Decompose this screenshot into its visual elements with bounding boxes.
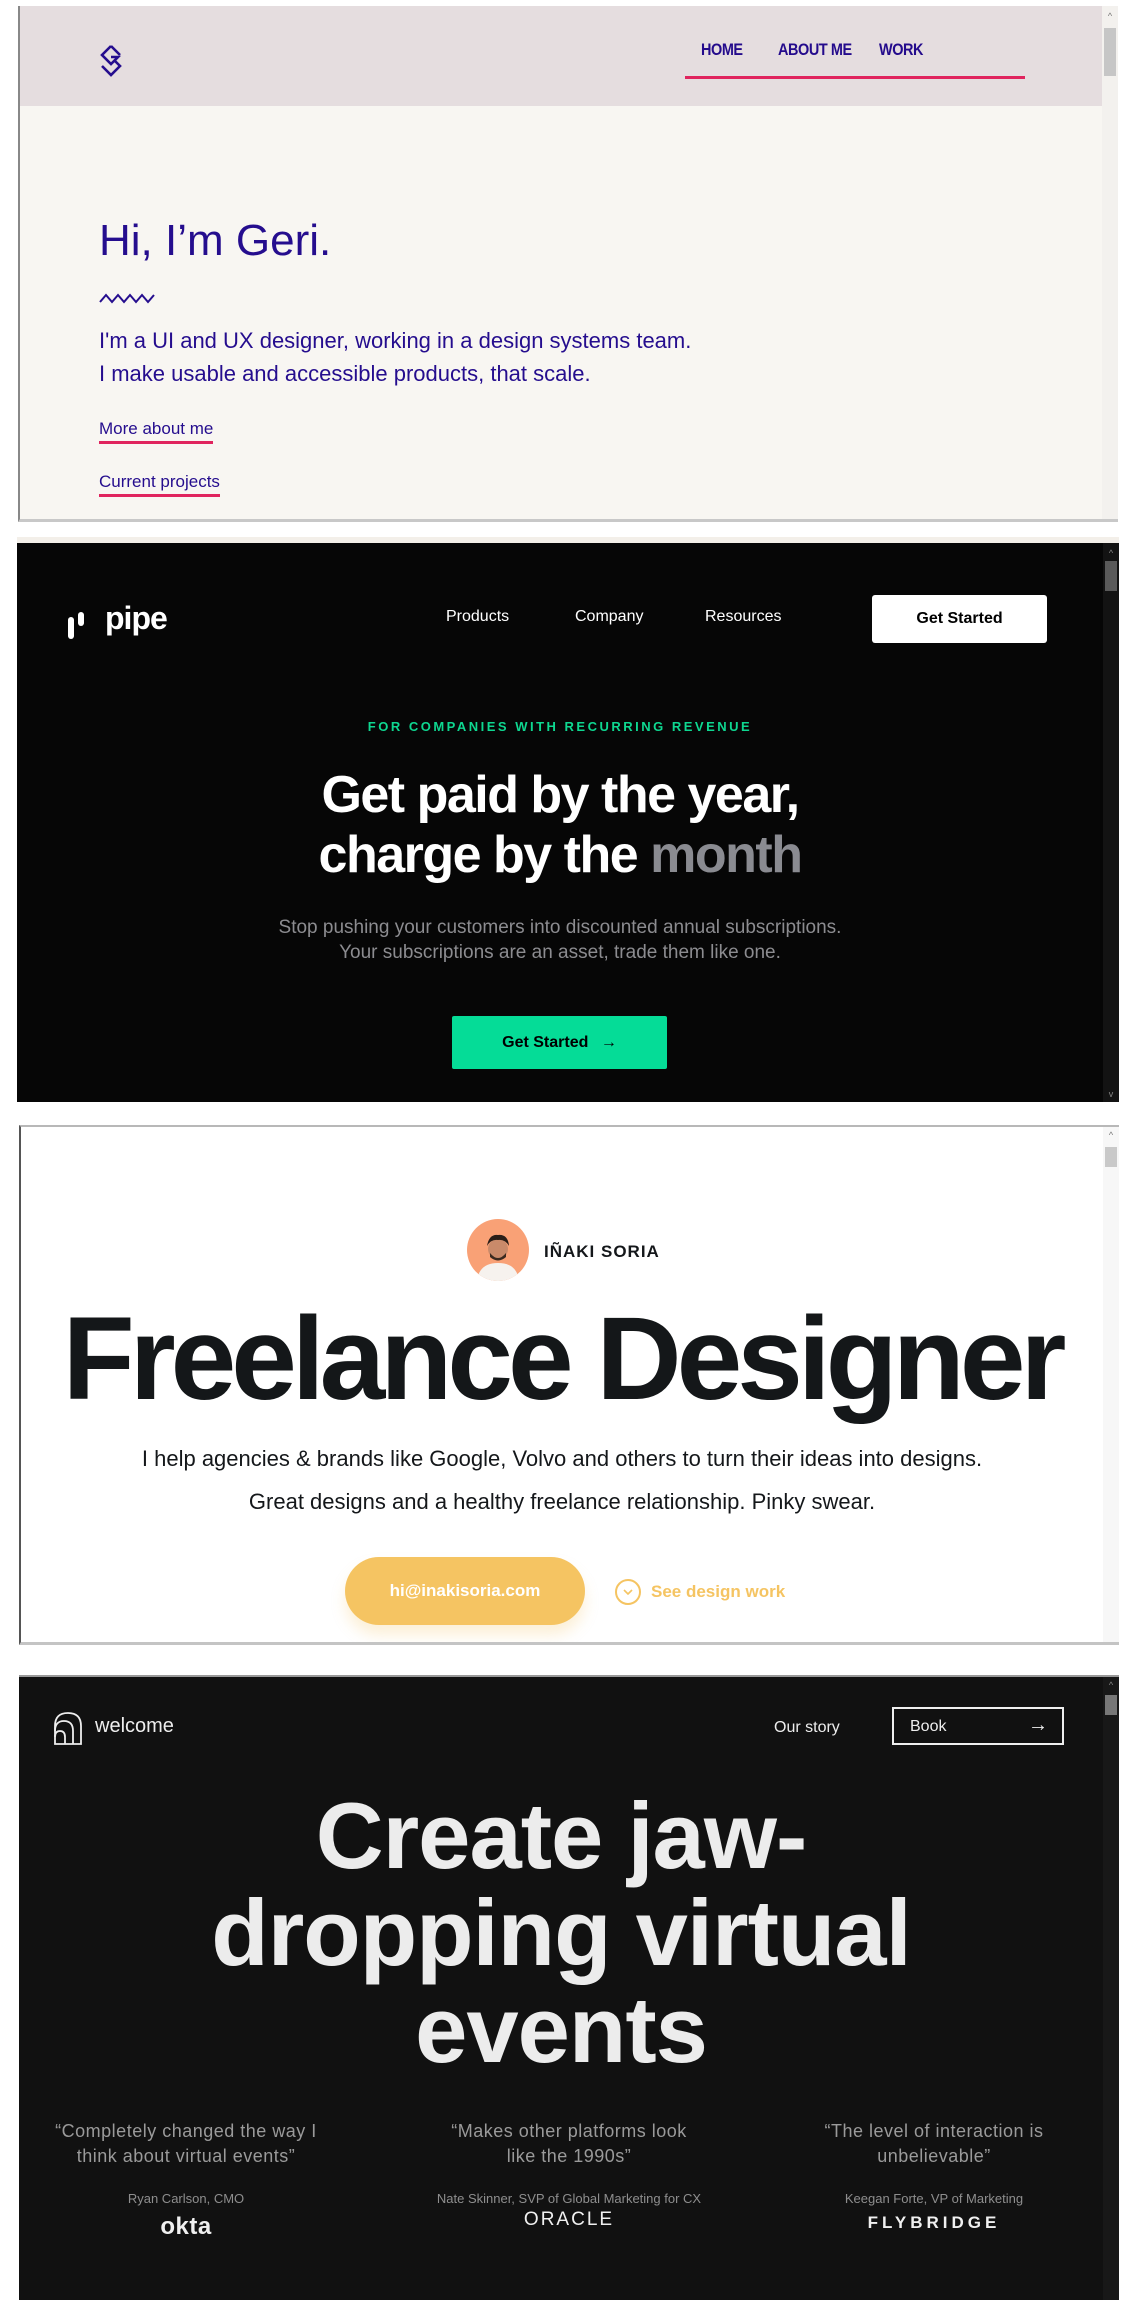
- squiggle-divider-icon: [99, 293, 155, 304]
- welcome-logo-text[interactable]: welcome: [95, 1715, 174, 1738]
- designer-name: IÑAKI SORIA: [544, 1242, 660, 1261]
- oracle-logo: ORACLE: [523, 2209, 615, 2230]
- headline-text: charge by the: [318, 826, 639, 884]
- avatar: [467, 1219, 529, 1281]
- geri-logo-icon[interactable]: [98, 44, 124, 78]
- okta-logo: okta: [160, 2213, 212, 2240]
- get-started-cta-button[interactable]: Get Started →: [452, 1016, 667, 1069]
- testimonial-quote: “The level of interaction is unbelievabl…: [824, 2121, 1044, 2166]
- headline-highlight: month: [650, 826, 803, 884]
- email-button[interactable]: hi@inakisoria.com: [345, 1557, 585, 1625]
- site-header: HOME ABOUT ME WORK: [20, 6, 1102, 106]
- scroll-up-icon[interactable]: ^: [1102, 8, 1118, 24]
- pipe-logo-icon[interactable]: [67, 611, 91, 641]
- subtitle-line: Your subscriptions are an asset, trade t…: [339, 942, 781, 963]
- testimonial: “The level of interaction is unbelievabl…: [784, 2119, 1084, 2233]
- nav-home[interactable]: HOME: [701, 40, 743, 60]
- nav-about-me[interactable]: ABOUT ME: [778, 40, 852, 60]
- testimonial-author: Nate Skinner, SVP of Global Marketing fo…: [436, 2191, 702, 2206]
- subtitle-line: I help agencies & brands like Google, Vo…: [141, 1446, 983, 1471]
- vertical-scrollbar[interactable]: ^: [1103, 1677, 1119, 2300]
- headline-line: events: [415, 1977, 708, 2082]
- vertical-scrollbar[interactable]: ^ v: [1103, 543, 1119, 1102]
- intro-text: I'm a UI and UX designer, working in a d…: [99, 324, 691, 390]
- see-design-work-link[interactable]: See design work: [615, 1579, 785, 1605]
- scroll-thumb[interactable]: [1104, 28, 1116, 76]
- more-about-me-link[interactable]: More about me: [99, 419, 214, 444]
- vertical-scrollbar[interactable]: ^: [1103, 1127, 1119, 1642]
- nav-work[interactable]: WORK: [879, 40, 923, 60]
- geri-portfolio-frame: HOME ABOUT ME WORK Hi, I’m Geri. I'm a U…: [18, 6, 1118, 522]
- headline-line: dropping virtual: [211, 1880, 911, 1985]
- flybridge-logo: FLYBRIDGE: [867, 2213, 1001, 2232]
- scroll-up-icon[interactable]: ^: [1103, 1127, 1119, 1143]
- hero-headline: Get paid by the year, charge by the mont…: [17, 765, 1103, 885]
- subtitle-line: Stop pushing your customers into discoun…: [278, 917, 842, 938]
- testimonial-author: Ryan Carlson, CMO: [127, 2191, 245, 2206]
- arrow-right-icon: →: [600, 1034, 617, 1051]
- pipe-landing-frame: pipe Products Company Resources Get Star…: [17, 537, 1119, 1102]
- welcome-landing-frame: welcome Our story Book → Create jaw- dro…: [19, 1675, 1119, 2300]
- hero-subtitle: I help agencies & brands like Google, Vo…: [21, 1437, 1103, 1523]
- headline-line: Get paid by the year,: [321, 766, 800, 824]
- nav-company[interactable]: Company: [575, 608, 643, 626]
- arrow-right-icon: →: [1028, 1714, 1048, 1736]
- current-projects-link[interactable]: Current projects: [99, 472, 220, 497]
- pipe-logo-text[interactable]: pipe: [105, 600, 168, 637]
- welcome-arch-logo-icon[interactable]: [53, 1711, 83, 1745]
- hero-subtitle: Stop pushing your customers into discoun…: [17, 915, 1103, 965]
- see-design-work-label: See design work: [651, 1582, 786, 1601]
- vertical-scrollbar[interactable]: ^: [1102, 6, 1118, 519]
- nav-our-story[interactable]: Our story: [774, 1719, 840, 1737]
- get-started-nav-button[interactable]: Get Started: [872, 595, 1047, 643]
- book-button[interactable]: Book →: [892, 1707, 1064, 1745]
- inaki-portfolio-frame: IÑAKI SORIA Freelance Designer I help ag…: [19, 1125, 1119, 1645]
- hero-title: Hi, I’m Geri.: [99, 216, 332, 265]
- hero-headline: Create jaw- dropping virtual events: [19, 1787, 1103, 2078]
- book-label: Book: [910, 1718, 947, 1735]
- intro-line: I make usable and accessible products, t…: [99, 361, 591, 386]
- person-portrait-icon: [477, 1234, 519, 1281]
- scroll-down-icon[interactable]: v: [1103, 1086, 1119, 1102]
- subtitle-line: Great designs and a healthy freelance re…: [248, 1489, 876, 1514]
- headline-line: charge by the month: [17, 825, 1103, 885]
- testimonial: “Completely changed the way I think abou…: [41, 2119, 331, 2241]
- scroll-thumb[interactable]: [1105, 561, 1117, 591]
- hero-headline: Freelance Designer: [62, 1293, 1067, 1425]
- intro-line: I'm a UI and UX designer, working in a d…: [99, 328, 692, 353]
- eyebrow-text: FOR COMPANIES WITH RECURRING REVENUE: [367, 719, 753, 734]
- nav-resources[interactable]: Resources: [705, 608, 781, 626]
- scroll-up-icon[interactable]: ^: [1103, 1677, 1119, 1693]
- testimonial: “Makes other platforms look like the 199…: [419, 2119, 719, 2231]
- scroll-up-icon[interactable]: ^: [1103, 545, 1119, 561]
- testimonial-quote: “Makes other platforms look like the 199…: [451, 2121, 687, 2166]
- chevron-down-circle-icon: [615, 1579, 641, 1605]
- testimonial-author: Keegan Forte, VP of Marketing: [844, 2191, 1024, 2206]
- main-nav: HOME ABOUT ME WORK: [685, 28, 1025, 79]
- testimonial-quote: “Completely changed the way I think abou…: [55, 2121, 317, 2166]
- cta-label: Get Started: [502, 1034, 589, 1051]
- headline-line: Create jaw-: [315, 1783, 808, 1888]
- scroll-thumb[interactable]: [1105, 1695, 1117, 1715]
- nav-products[interactable]: Products: [446, 608, 509, 626]
- scroll-thumb[interactable]: [1105, 1147, 1117, 1167]
